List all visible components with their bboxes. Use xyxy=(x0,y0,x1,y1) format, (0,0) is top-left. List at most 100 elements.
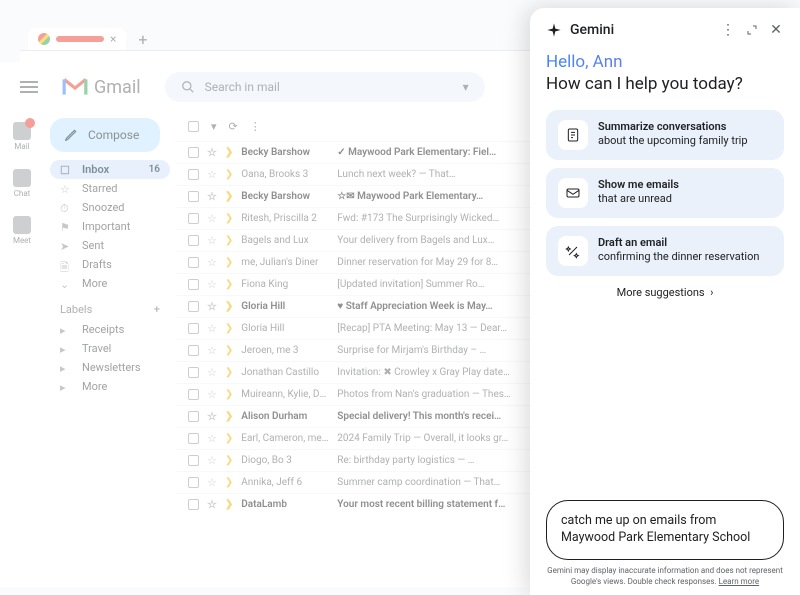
star-icon[interactable]: ☆ xyxy=(207,234,217,247)
suggestion-card-2[interactable]: Draft an emailconfirming the dinner rese… xyxy=(546,226,784,276)
nav-icon: ➤ xyxy=(60,240,72,252)
rail-chat[interactable]: Chat xyxy=(13,169,31,198)
new-tab-button[interactable]: + xyxy=(130,30,155,49)
star-icon[interactable]: ☆ xyxy=(207,300,217,313)
row-checkbox[interactable] xyxy=(188,147,199,158)
importance-icon[interactable]: ❯ xyxy=(225,169,233,180)
learn-more-link[interactable]: Learn more xyxy=(719,577,759,586)
star-icon[interactable]: ☆ xyxy=(207,410,217,423)
row-checkbox[interactable] xyxy=(188,477,199,488)
star-icon[interactable]: ☆ xyxy=(207,146,217,159)
row-checkbox[interactable] xyxy=(188,345,199,356)
importance-icon[interactable]: ❯ xyxy=(225,301,233,312)
sender: Oana, Brooks 3 xyxy=(241,169,329,180)
sidebar-item-starred[interactable]: ☆Starred xyxy=(50,179,170,198)
importance-icon[interactable]: ❯ xyxy=(225,345,233,356)
star-icon[interactable]: ☆ xyxy=(207,476,217,489)
importance-icon[interactable]: ❯ xyxy=(225,389,233,400)
refresh-icon[interactable]: ⟳ xyxy=(229,120,238,133)
tab-close-icon[interactable]: × xyxy=(110,32,116,46)
search-icon xyxy=(181,80,195,94)
suggestion-card-1[interactable]: Show me emailsthat are unread xyxy=(546,168,784,218)
sidebar-item-more[interactable]: ⌄More xyxy=(50,274,170,293)
compose-button[interactable]: Compose xyxy=(50,118,160,152)
importance-icon[interactable]: ❯ xyxy=(225,323,233,334)
label-receipts[interactable]: ▸Receipts xyxy=(50,320,170,339)
row-checkbox[interactable] xyxy=(188,499,199,510)
row-checkbox[interactable] xyxy=(188,257,199,268)
row-checkbox[interactable] xyxy=(188,389,199,400)
search-options-icon[interactable]: ▾ xyxy=(463,80,469,94)
importance-icon[interactable]: ❯ xyxy=(225,477,233,488)
importance-icon[interactable]: ❯ xyxy=(225,433,233,444)
row-checkbox[interactable] xyxy=(188,191,199,202)
rail-mail[interactable]: Mail xyxy=(13,122,31,151)
row-checkbox[interactable] xyxy=(188,433,199,444)
star-icon[interactable]: ☆ xyxy=(207,256,217,269)
select-dropdown-icon[interactable]: ▾ xyxy=(211,120,217,133)
sender: Annika, Jeff 6 xyxy=(241,477,329,488)
importance-icon[interactable]: ❯ xyxy=(225,257,233,268)
more-icon[interactable]: ⋮ xyxy=(250,120,261,133)
sidebar-item-snoozed[interactable]: ⏱Snoozed xyxy=(50,198,170,217)
add-label-icon[interactable]: + xyxy=(154,303,160,316)
importance-icon[interactable]: ❯ xyxy=(225,411,233,422)
gemini-title: Gemini xyxy=(570,22,614,38)
row-checkbox[interactable] xyxy=(188,235,199,246)
sidebar-item-drafts[interactable]: 🗎Drafts xyxy=(50,255,170,274)
label-newsletters[interactable]: ▸Newsletters xyxy=(50,358,170,377)
gemini-input[interactable]: catch me up on emails from Maywood Park … xyxy=(546,500,784,560)
row-checkbox[interactable] xyxy=(188,301,199,312)
row-checkbox[interactable] xyxy=(188,169,199,180)
importance-icon[interactable]: ❯ xyxy=(225,367,233,378)
suggestion-card-0[interactable]: Summarize conversationsabout the upcomin… xyxy=(546,110,784,160)
gmail-m-icon xyxy=(62,77,88,97)
sidebar-item-sent[interactable]: ➤Sent xyxy=(50,236,170,255)
importance-icon[interactable]: ❯ xyxy=(225,147,233,158)
star-icon[interactable]: ☆ xyxy=(207,454,217,467)
label-more[interactable]: ▸More xyxy=(50,377,170,396)
star-icon[interactable]: ☆ xyxy=(207,344,217,357)
close-icon[interactable]: ✕ xyxy=(768,22,784,38)
row-checkbox[interactable] xyxy=(188,455,199,466)
row-checkbox[interactable] xyxy=(188,411,199,422)
star-icon[interactable]: ☆ xyxy=(207,366,217,379)
star-icon[interactable]: ☆ xyxy=(207,168,217,181)
sidebar-item-inbox[interactable]: ☐Inbox16 xyxy=(50,160,170,179)
importance-icon[interactable]: ❯ xyxy=(225,455,233,466)
expand-icon[interactable] xyxy=(744,22,760,38)
row-checkbox[interactable] xyxy=(188,279,199,290)
row-checkbox[interactable] xyxy=(188,323,199,334)
sidebar-item-important[interactable]: ⚑Important xyxy=(50,217,170,236)
row-checkbox[interactable] xyxy=(188,213,199,224)
importance-icon[interactable]: ❯ xyxy=(225,191,233,202)
star-icon[interactable]: ☆ xyxy=(207,278,217,291)
importance-icon[interactable]: ❯ xyxy=(225,213,233,224)
label-travel[interactable]: ▸Travel xyxy=(50,339,170,358)
star-icon[interactable]: ☆ xyxy=(207,388,217,401)
label-icon: ▸ xyxy=(60,362,72,374)
star-icon[interactable]: ☆ xyxy=(207,322,217,335)
importance-icon[interactable]: ❯ xyxy=(225,279,233,290)
select-all-checkbox[interactable] xyxy=(188,121,199,132)
importance-icon[interactable]: ❯ xyxy=(225,499,233,510)
nav-icon: ☐ xyxy=(60,164,72,176)
star-icon[interactable]: ☆ xyxy=(207,498,217,511)
importance-icon[interactable]: ❯ xyxy=(225,235,233,246)
star-icon[interactable]: ☆ xyxy=(207,212,217,225)
label-icon: ▸ xyxy=(60,343,72,355)
search-bar[interactable]: Search in mail ▾ xyxy=(165,72,485,102)
sender: Gloria Hill xyxy=(241,301,329,312)
more-options-icon[interactable]: ⋮ xyxy=(720,22,736,38)
disclaimer: Gemini may display inaccurate informatio… xyxy=(546,566,784,587)
sender: Becky Barshow xyxy=(241,191,329,202)
sender: me, Julian's Diner xyxy=(241,257,329,268)
more-suggestions[interactable]: More suggestions › xyxy=(546,286,784,299)
star-icon[interactable]: ☆ xyxy=(207,190,217,203)
rail-meet[interactable]: Meet xyxy=(13,216,31,245)
star-icon[interactable]: ☆ xyxy=(207,432,217,445)
tab-title-bar xyxy=(56,36,104,42)
menu-icon[interactable] xyxy=(20,81,38,93)
row-checkbox[interactable] xyxy=(188,367,199,378)
browser-tab[interactable]: × xyxy=(28,28,126,50)
